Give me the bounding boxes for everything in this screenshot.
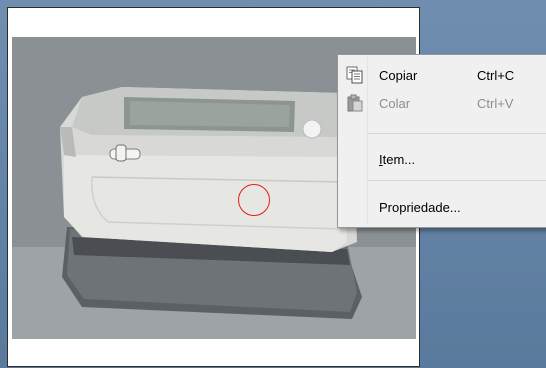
menu-item-paste-shortcut: Ctrl+V — [477, 95, 514, 111]
menu-item-properties[interactable]: Propriedade... — [340, 193, 546, 221]
context-menu: Copiar Ctrl+C Colar Ctrl+V Item... Propr… — [337, 54, 546, 228]
menu-item-paste-label: Colar — [379, 95, 411, 111]
measurement-target-circle — [238, 184, 270, 216]
menu-item-item[interactable]: Item... — [340, 145, 546, 173]
menu-item-item-label: Item... — [379, 152, 415, 167]
menu-item-item-label-rest: tem... — [382, 151, 416, 167]
paste-icon — [340, 91, 370, 115]
menu-separator — [368, 180, 546, 181]
copy-icon — [340, 63, 370, 87]
menu-item-copy-label: Copiar — [379, 67, 418, 83]
menu-separator — [368, 133, 546, 134]
menu-item-paste[interactable]: Colar Ctrl+V — [340, 89, 546, 117]
menu-item-properties-label: Propriedade... — [379, 199, 461, 215]
menu-item-copy[interactable]: Copiar Ctrl+C — [340, 61, 546, 89]
menu-item-copy-shortcut: Ctrl+C — [477, 67, 515, 83]
